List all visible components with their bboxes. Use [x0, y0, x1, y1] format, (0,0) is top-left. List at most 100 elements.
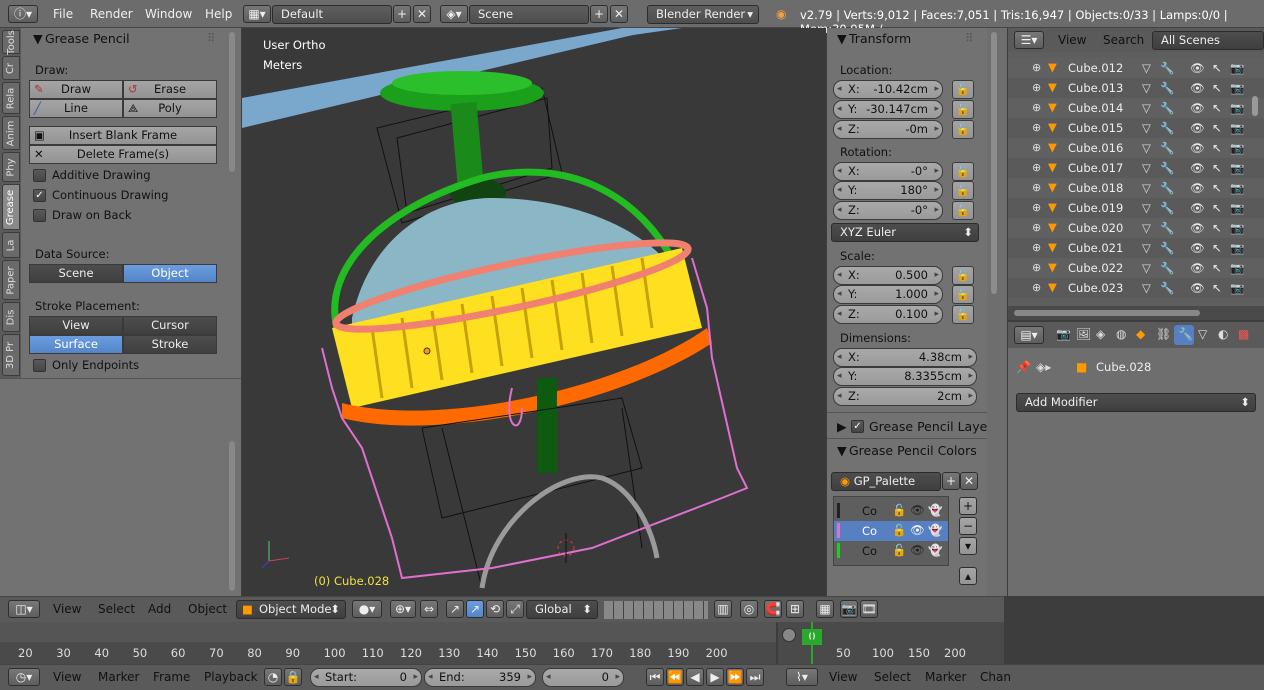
render-camera-icon[interactable]: 📷	[1230, 161, 1244, 175]
rotate-icon[interactable]: ⟲	[486, 600, 504, 618]
object-name[interactable]: Cube.020	[1068, 221, 1123, 235]
expand-icon[interactable]: ⊕	[1032, 121, 1041, 134]
data-source-object-button[interactable]: Object	[123, 264, 217, 283]
expand-icon[interactable]: ⊕	[1032, 81, 1041, 94]
list-item[interactable]: ⊕ ▼ Cube.013 ▽ 🔧 👁 ↖ 📷	[1008, 78, 1264, 98]
object-name[interactable]: Cube.019	[1068, 201, 1123, 215]
tab-grease-pencil[interactable]: Grease	[2, 184, 20, 230]
cursor-select-icon[interactable]: ↖	[1212, 101, 1222, 115]
add-scene-icon[interactable]: +	[590, 5, 608, 23]
insert-blank-frame-button[interactable]: ▣ Insert Blank Frame	[29, 126, 217, 145]
location-x-field[interactable]: X:-10.42cm	[833, 80, 943, 99]
drag-handle-icon[interactable]: ⠿	[965, 31, 973, 45]
palette-field[interactable]: ◉ GP_Palette	[831, 472, 941, 491]
menu-marker[interactable]: Marker	[98, 670, 139, 684]
screen-layout-field[interactable]: Default	[272, 5, 392, 24]
properties-editor-icon[interactable]: ▤▾	[1014, 326, 1044, 344]
tab-tools[interactable]: Tools	[2, 30, 20, 54]
shelf-scrollbar[interactable]	[229, 441, 235, 591]
outliner-scope-select[interactable]: All Scenes	[1152, 31, 1264, 50]
draw-button[interactable]: ✎ Draw	[29, 80, 123, 99]
data-source-scene-button[interactable]: Scene	[29, 264, 123, 283]
tab-layers[interactable]: La	[2, 232, 20, 258]
menu-view[interactable]: View	[53, 670, 81, 684]
list-item[interactable]: Co 🔓 👁 👻	[834, 541, 948, 561]
cursor-select-icon[interactable]: ↖	[1212, 241, 1222, 255]
modifiers-tab[interactable]: 🔧	[1174, 325, 1194, 345]
lock-icon[interactable]: 🔓	[952, 100, 974, 119]
next-keyframe-icon[interactable]: ⏩	[726, 668, 744, 686]
scale-y-field[interactable]: Y:1.000	[833, 285, 943, 304]
expand-icon[interactable]: ⊕	[1032, 161, 1041, 174]
list-item[interactable]: ⊕ ▼ Cube.012 ▽ 🔧 👁 ↖ 📷	[1008, 58, 1264, 78]
render-layers-icon[interactable]: 🖼	[1076, 327, 1091, 341]
tab-3d-print[interactable]: 3D Pr	[2, 334, 20, 376]
object-name[interactable]: Cube.018	[1068, 181, 1123, 195]
erase-button[interactable]: ↺ Erase	[123, 80, 217, 99]
translate-icon[interactable]: ↗	[446, 600, 464, 618]
expand-icon[interactable]: ⊕	[1032, 181, 1041, 194]
render-icon[interactable]: 📷	[1056, 327, 1071, 341]
cursor-select-icon[interactable]: ↖	[1212, 161, 1222, 175]
eye-icon[interactable]: 👁	[1190, 141, 1205, 155]
snap-icon[interactable]: 🧲	[764, 600, 782, 618]
menu-file[interactable]: File	[53, 7, 73, 21]
play-reverse-icon[interactable]: ◀	[686, 668, 704, 686]
menu-help[interactable]: Help	[205, 7, 232, 21]
render-engine-select[interactable]: Blender Render ▾	[647, 5, 759, 24]
cursor-select-icon[interactable]: ↖	[1212, 121, 1222, 135]
drag-handle-icon[interactable]: ⠿	[207, 31, 215, 45]
lock-icon[interactable]: 🔓	[952, 305, 974, 324]
outliner-hscrollbar[interactable]	[1014, 310, 1200, 316]
panel-collapse-icon[interactable]: ▼	[33, 31, 43, 46]
dimension-x-field[interactable]: X:4.38cm	[833, 348, 977, 367]
texture-icon[interactable]: ▩	[1238, 327, 1249, 341]
constraints-icon[interactable]: ⛓	[1156, 327, 1171, 341]
lock-icon[interactable]: 🔓	[952, 266, 974, 285]
remove-palette-icon[interactable]: ✕	[960, 472, 978, 490]
tab-paper[interactable]: Paper	[2, 260, 20, 300]
color-list[interactable]: Co 🔓 👁 👻 Co 🔓 👁 👻 Co 🔓 👁 👻	[833, 496, 949, 566]
dopesheet-ruler[interactable]: 0 50100150200	[778, 622, 1004, 664]
additive-drawing-checkbox[interactable]	[33, 169, 46, 182]
render-camera-icon[interactable]: 📷	[840, 600, 858, 618]
menu-channel[interactable]: Chan	[980, 670, 1011, 684]
dopesheet-editor-icon[interactable]: ⌇▾	[786, 668, 818, 686]
lock-icon[interactable]: 🔓	[952, 162, 974, 181]
gp-colors-collapse-icon[interactable]: ▼	[837, 443, 847, 458]
expand-icon[interactable]: ⊕	[1032, 201, 1041, 214]
rotation-y-field[interactable]: Y:180°	[833, 181, 943, 200]
cursor-select-icon[interactable]: ↖	[1212, 201, 1222, 215]
object-name[interactable]: Cube.022	[1068, 261, 1123, 275]
scene-field[interactable]: Scene	[469, 5, 589, 24]
expand-icon[interactable]: ⊕	[1032, 61, 1041, 74]
menu-view[interactable]: View	[829, 670, 857, 684]
location-z-field[interactable]: Z:-0m	[833, 120, 943, 139]
move-up-icon[interactable]: ▴	[959, 567, 977, 585]
scale-x-field[interactable]: X:0.500	[833, 266, 943, 285]
object-name[interactable]: Cube.023	[1068, 281, 1123, 295]
list-item[interactable]: ⊕ ▼ Cube.021 ▽ 🔧 👁 ↖ 📷	[1008, 238, 1264, 258]
poly-button[interactable]: ⟁ Poly	[123, 99, 217, 118]
screen-layout-icon[interactable]: ▦▾	[243, 5, 271, 23]
timeline-ruler[interactable]: 20 30 40 50 60 70 80 90 100 110 120 130 140 150 160 170…	[0, 622, 776, 664]
cursor-select-icon[interactable]: ↖	[1212, 281, 1222, 295]
lock-icon[interactable]: 🔓	[952, 181, 974, 200]
cursor-select-icon[interactable]: ↖	[1212, 221, 1222, 235]
eye-icon[interactable]: 👁	[1190, 101, 1205, 115]
render-camera-icon[interactable]: 📷	[1230, 261, 1244, 275]
move-manipulator-icon[interactable]: ↗	[466, 600, 484, 618]
expand-icon[interactable]: ⊕	[1032, 221, 1041, 234]
ruler-toggle-icon[interactable]	[782, 628, 796, 642]
placement-surface-button[interactable]: Surface	[29, 335, 123, 354]
draw-on-back-checkbox[interactable]	[33, 209, 46, 222]
menu-frame[interactable]: Frame	[153, 670, 190, 684]
list-item[interactable]: ⊕ ▼ Cube.016 ▽ 🔧 👁 ↖ 📷	[1008, 138, 1264, 158]
list-item[interactable]: ⊕ ▼ Cube.023 ▽ 🔧 👁 ↖ 📷	[1008, 278, 1264, 298]
prev-keyframe-icon[interactable]: ⏪	[666, 668, 684, 686]
data-icon[interactable]: ▽	[1198, 327, 1207, 341]
object-name[interactable]: Cube.014	[1068, 101, 1123, 115]
outliner-scrollbar[interactable]	[1252, 96, 1258, 116]
cursor-select-icon[interactable]: ↖	[1212, 61, 1222, 75]
object-name[interactable]: Cube.013	[1068, 81, 1123, 95]
